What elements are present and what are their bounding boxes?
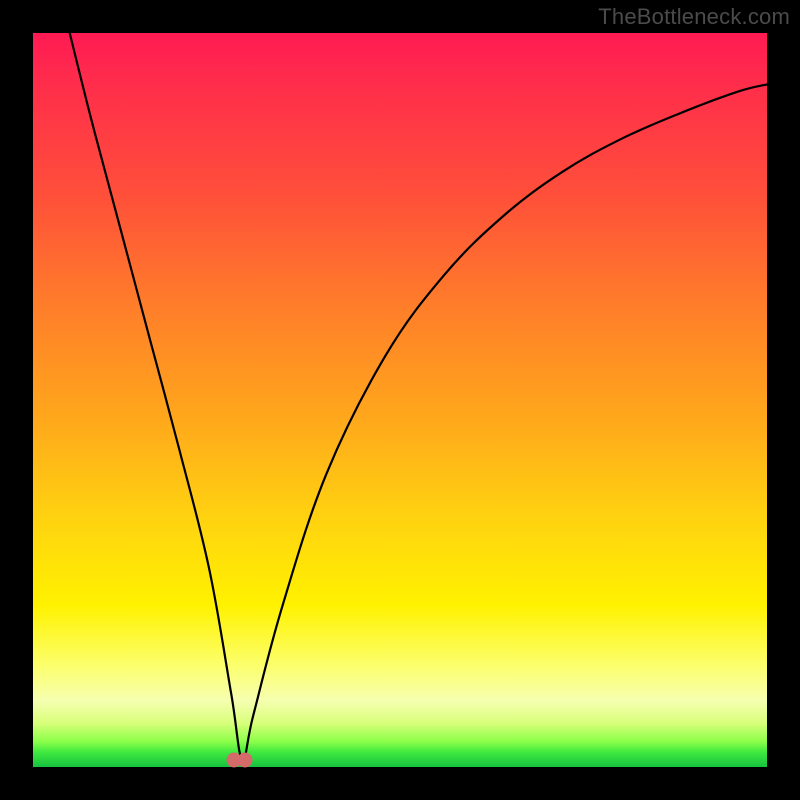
watermark-text: TheBottleneck.com (598, 4, 790, 30)
bottleneck-curve (70, 33, 767, 760)
curve-svg (33, 33, 767, 767)
optimum-marker-secondary (237, 752, 252, 767)
plot-area (33, 33, 767, 767)
chart-frame: TheBottleneck.com (0, 0, 800, 800)
